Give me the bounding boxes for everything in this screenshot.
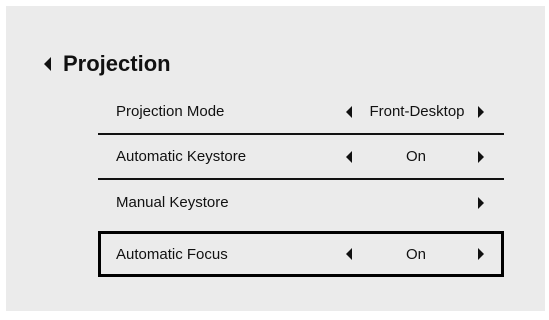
menu-item-value: On xyxy=(405,245,426,263)
projection-menu-panel: Projection Projection Mode Front-Desktop… xyxy=(6,6,545,311)
menu-item-automatic-keystore[interactable]: Automatic Keystore On xyxy=(98,135,504,180)
right-arrow-icon[interactable] xyxy=(478,105,484,118)
menu-title: Projection xyxy=(63,51,171,76)
menu-item-manual-keystore[interactable]: Manual Keystore xyxy=(98,180,504,225)
menu-item-label: Manual Keystore xyxy=(116,194,229,211)
menu-item-label: Projection Mode xyxy=(116,103,225,120)
right-arrow-icon[interactable] xyxy=(478,196,484,209)
menu-list: Projection Mode Front-Desktop Automatic … xyxy=(98,90,504,277)
menu-item-value: On xyxy=(405,148,426,165)
left-arrow-icon[interactable] xyxy=(346,248,352,260)
right-arrow-icon[interactable] xyxy=(478,248,484,260)
left-arrow-icon[interactable] xyxy=(346,105,352,118)
menu-header: Projection xyxy=(44,50,171,78)
menu-item-automatic-focus[interactable]: Automatic Focus On xyxy=(98,231,504,277)
back-arrow-icon[interactable] xyxy=(44,57,51,71)
menu-item-label: Automatic Keystore xyxy=(116,148,247,165)
menu-item-value: Front-Desktop xyxy=(369,103,465,120)
left-arrow-icon[interactable] xyxy=(346,150,352,163)
menu-item-projection-mode[interactable]: Projection Mode Front-Desktop xyxy=(98,90,504,135)
screen: Projection Projection Mode Front-Desktop… xyxy=(0,0,549,320)
right-arrow-icon[interactable] xyxy=(478,150,484,163)
menu-item-label: Automatic Focus xyxy=(116,245,228,263)
